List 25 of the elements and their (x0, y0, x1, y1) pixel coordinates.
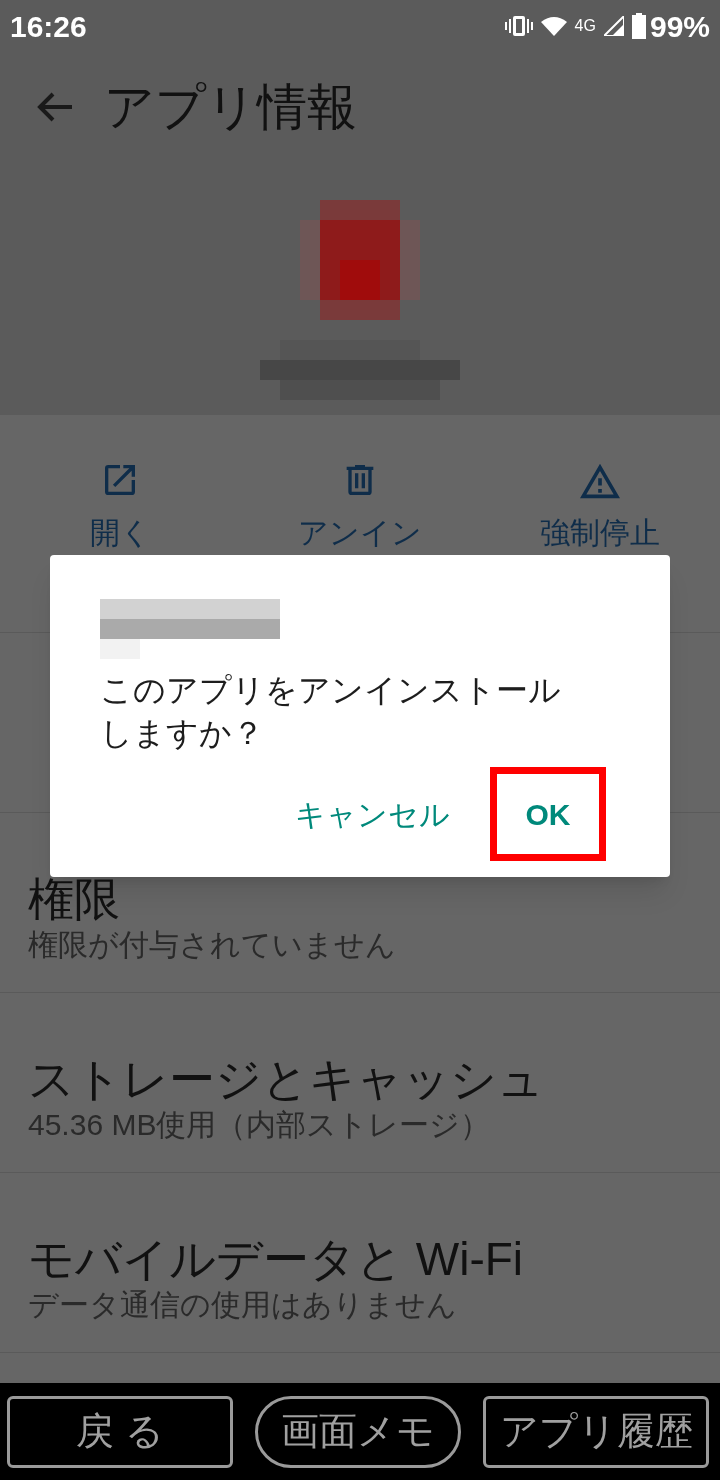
signal-icon (603, 16, 624, 36)
setting-title: ストレージとキャッシュ (28, 1054, 545, 1105)
action-button[interactable]: アンイン (240, 460, 480, 555)
nav-button[interactable]: 画面メモ (255, 1395, 461, 1468)
dialog-button[interactable]: キャンセル (289, 781, 456, 847)
battery-icon (631, 13, 646, 39)
action-button[interactable]: 開く (0, 460, 240, 555)
network-type: 4G (574, 16, 596, 36)
setting-title: 権限 (28, 874, 121, 925)
dialog-button[interactable]: OK (521, 783, 575, 845)
wifi-icon (540, 16, 567, 36)
nav-button[interactable]: アプリ履歴 (483, 1395, 709, 1468)
battery-percent: 99% (649, 8, 710, 45)
setting-subtitle: 45.36 MB使用（内部ストレージ） (28, 1107, 492, 1143)
setting-subtitle: データ通信の使用はありません (28, 1287, 458, 1323)
setting-title: モバイルデータと Wi-Fi (28, 1234, 525, 1285)
pixelated-app-icon (300, 200, 420, 320)
nav-button[interactable]: 戻 る (7, 1395, 233, 1468)
action-button[interactable]: 強制停止 (480, 460, 720, 555)
page-title: アプリ情報 (104, 77, 357, 137)
back-arrow-icon[interactable] (36, 92, 74, 122)
dialog-message: このアプリをアンインストールしますか？ (100, 671, 562, 754)
vibrate-icon (504, 15, 533, 37)
setting-subtitle: 権限が付与されていません (28, 927, 397, 963)
status-time: 16:26 (10, 8, 87, 45)
